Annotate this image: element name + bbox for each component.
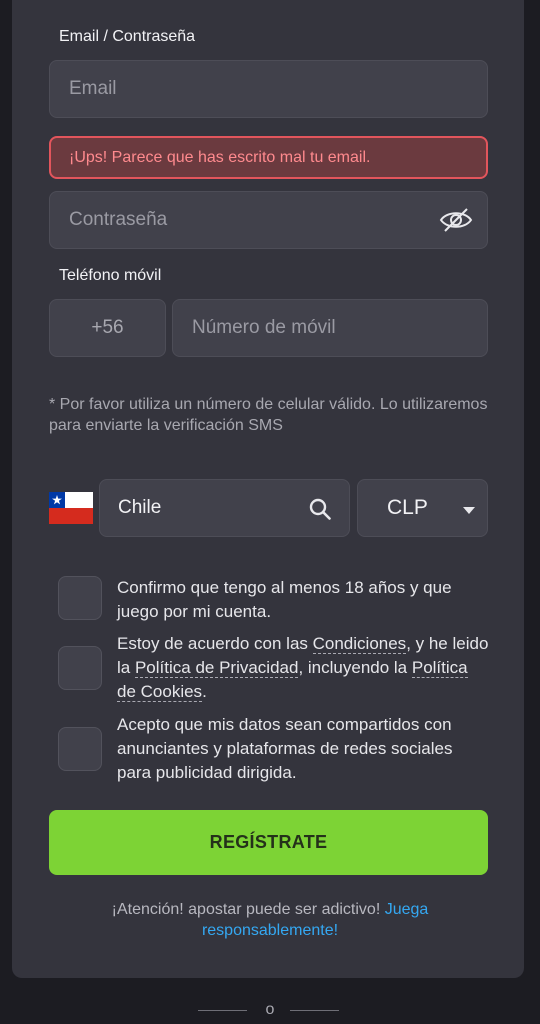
chile-flag-icon	[49, 492, 93, 524]
terms-text-before: Estoy de acuerdo con las	[117, 634, 313, 653]
age-confirm-checkbox[interactable]	[58, 576, 102, 620]
phone-prefix[interactable]: +56	[49, 299, 166, 357]
phone-hint: * Por favor utiliza un número de celular…	[49, 396, 488, 434]
password-input[interactable]	[69, 209, 487, 231]
conditions-link[interactable]: Condiciones	[312, 634, 407, 654]
data-sharing-checkbox[interactable]	[58, 727, 102, 771]
gambling-warning: ¡Atención! apostar puede ser adictivo! J…	[60, 899, 480, 941]
or-label: o	[265, 1001, 275, 1018]
terms-text: Estoy de acuerdo con las Condiciones, y …	[117, 632, 489, 704]
search-icon[interactable]	[309, 498, 331, 520]
terms-checkbox[interactable]	[58, 646, 102, 690]
divider-line-left	[198, 1010, 247, 1011]
credentials-label: Email / Contraseña	[59, 28, 196, 45]
caret-down-icon	[463, 507, 475, 514]
email-error-message: ¡Ups! Parece que has escrito mal tu emai…	[49, 136, 488, 179]
register-button[interactable]: REGÍSTRATE	[49, 810, 488, 875]
phone-input[interactable]	[192, 317, 487, 339]
currency-value: CLP	[387, 496, 428, 519]
data-sharing-text: Acepto que mis datos sean compartidos co…	[117, 715, 453, 782]
privacy-policy-link[interactable]: Política de Privacidad	[134, 658, 299, 678]
country-value: Chile	[118, 497, 162, 518]
divider-line-right	[290, 1010, 339, 1011]
country-selector[interactable]: Chile	[99, 479, 350, 537]
warning-text: ¡Atención! apostar puede ser adictivo!	[111, 901, 385, 918]
phone-label: Teléfono móvil	[59, 267, 162, 284]
currency-dropdown[interactable]: CLP	[357, 479, 488, 537]
eye-off-icon[interactable]	[439, 207, 473, 233]
phone-field[interactable]	[172, 299, 488, 357]
terms-text-mid2: , incluyendo la	[298, 658, 412, 677]
password-field[interactable]	[49, 191, 488, 249]
or-divider: o	[0, 1001, 540, 1021]
email-input[interactable]	[69, 78, 487, 100]
email-field[interactable]	[49, 60, 488, 118]
terms-text-after: .	[202, 682, 207, 701]
age-confirm-text: Confirmo que tengo al menos 18 años y qu…	[117, 578, 452, 621]
